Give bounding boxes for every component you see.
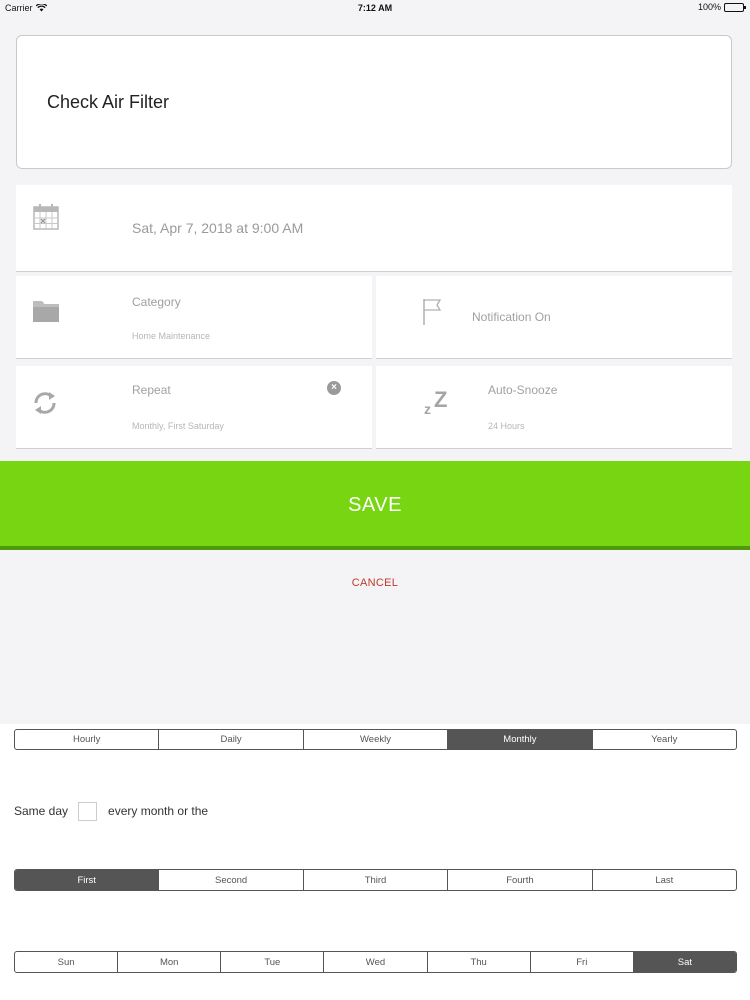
ordinal-option-second[interactable]: Second [159,870,304,890]
date-picker-row[interactable]: Sat, Apr 7, 2018 at 9:00 AM [16,185,732,272]
frequency-option-yearly[interactable]: Yearly [593,730,736,749]
battery-icon [724,2,746,12]
ordinal-option-third[interactable]: Third [304,870,449,890]
repeat-icon [34,392,56,414]
category-cell[interactable]: Category Home Maintenance [16,276,372,359]
same-day-suffix: every month or the [108,804,209,818]
repeat-value: Monthly, First Saturday [132,421,224,431]
snooze-icon: z Z [424,387,448,417]
same-day-label: Same day [14,804,69,818]
frequency-option-weekly[interactable]: Weekly [304,730,449,749]
ordinal-option-fourth[interactable]: Fourth [448,870,593,890]
weekday-option-wed[interactable]: Wed [324,952,428,972]
calendar-icon [33,204,59,230]
save-label: SAVE [348,494,402,516]
weekday-option-fri[interactable]: Fri [531,952,634,972]
same-day-row: Same day every month or the [14,800,208,822]
battery-percent: 100% [697,2,721,12]
cancel-button[interactable]: CANCEL [0,577,750,589]
save-button[interactable]: SAVE [0,461,750,550]
frequency-segmented-control: Hourly Daily Weekly Monthly Yearly [14,729,737,750]
weekday-option-sat[interactable]: Sat [633,952,736,972]
frequency-option-daily[interactable]: Daily [159,730,304,749]
auto-snooze-value: 24 Hours [488,421,525,431]
folder-icon [33,301,59,322]
frequency-option-monthly[interactable]: Monthly [448,730,593,749]
weekday-option-tue[interactable]: Tue [221,952,325,972]
battery-indicator: 100% [697,2,746,12]
weekday-segmented-control: Sun Mon Tue Wed Thu Fri Sat [14,951,737,973]
flag-icon [423,299,442,325]
notification-cell[interactable]: Notification On [376,276,732,359]
auto-snooze-cell[interactable]: z Z Auto-Snooze 24 Hours [376,366,732,449]
weekday-option-sun[interactable]: Sun [15,952,119,972]
ordinal-option-first[interactable]: First [15,870,160,890]
same-day-checkbox[interactable] [78,801,98,821]
notification-label: Notification On [472,310,551,324]
category-value: Home Maintenance [132,331,211,341]
weekday-option-thu[interactable]: Thu [428,952,531,972]
category-label: Category [132,295,181,309]
clock: 7:12 AM [357,3,393,13]
frequency-option-hourly[interactable]: Hourly [15,730,160,749]
task-title-field[interactable]: Check Air Filter [16,35,732,169]
due-date: Sat, Apr 7, 2018 at 9:00 AM [132,220,304,236]
status-bar: Carrier 7:12 AM 100% [0,0,750,16]
auto-snooze-label: Auto-Snooze [488,383,558,397]
task-title: Check Air Filter [47,92,170,112]
ordinal-option-last[interactable]: Last [593,870,736,890]
ordinal-segmented-control: First Second Third Fourth Last [14,869,737,891]
clear-repeat-icon[interactable]: × [327,381,341,395]
weekday-option-mon[interactable]: Mon [118,952,222,972]
repeat-label: Repeat [132,383,171,397]
repeat-cell[interactable]: Repeat Monthly, First Saturday × [16,366,372,449]
